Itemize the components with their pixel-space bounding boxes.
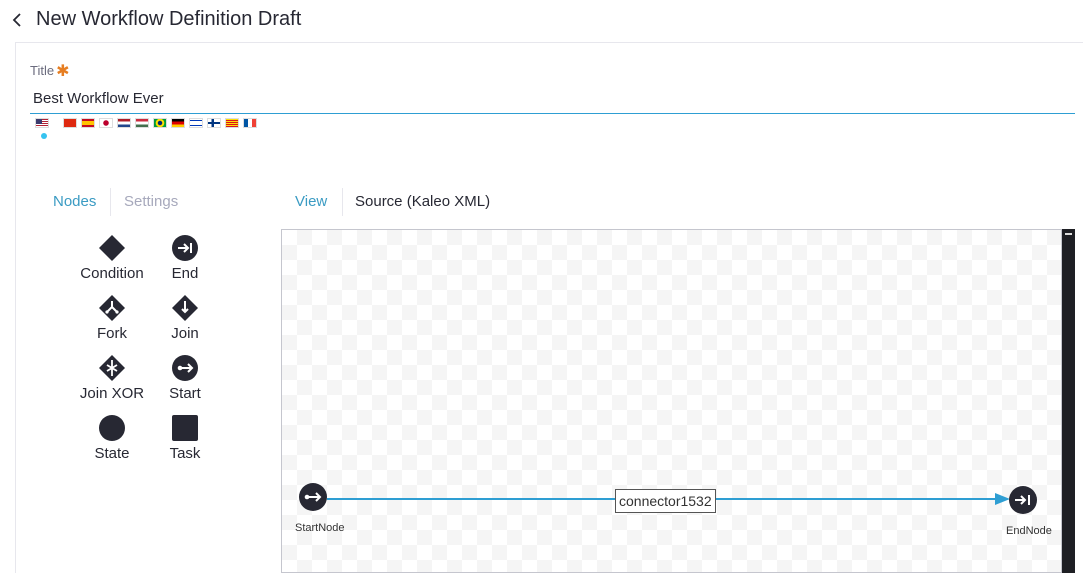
page-header: New Workflow Definition Draft xyxy=(0,0,1083,42)
tab-divider xyxy=(342,188,343,216)
scroll-up-arrow-icon[interactable] xyxy=(1065,233,1072,235)
palette-state[interactable]: State xyxy=(75,415,149,471)
condition-diamond-icon xyxy=(99,235,125,261)
flag-de-de-icon[interactable] xyxy=(171,118,185,128)
fork-icon xyxy=(99,295,125,321)
palette-join-xor[interactable]: Join XOR xyxy=(75,355,149,411)
join-xor-icon xyxy=(99,355,125,381)
tab-settings[interactable]: Settings xyxy=(124,193,178,210)
palette-label-state: State xyxy=(94,445,130,462)
tab-nodes[interactable]: Nodes xyxy=(53,193,96,210)
flag-hu-hu-icon[interactable] xyxy=(135,118,149,128)
flag-iw-il-icon[interactable] xyxy=(189,118,203,128)
title-label: Title ✱ xyxy=(30,60,69,80)
palette-label-task: Task xyxy=(169,445,201,462)
palette-label-join: Join xyxy=(171,325,199,342)
palette-join[interactable]: Join xyxy=(148,295,222,351)
required-asterisk-icon: ✱ xyxy=(56,63,70,80)
selected-language-indicator xyxy=(41,133,47,139)
page-title: New Workflow Definition Draft xyxy=(36,8,302,30)
palette-label-condition: Condition xyxy=(80,265,144,282)
palette-end[interactable]: End xyxy=(148,235,222,291)
palette-fork[interactable]: Fork xyxy=(75,295,149,351)
palette-label-fork: Fork xyxy=(97,325,127,342)
flag-es-es-icon[interactable] xyxy=(81,118,95,128)
flag-ca-es-icon[interactable] xyxy=(225,118,239,128)
tab-divider xyxy=(110,188,111,216)
tab-source-kaleo-xml[interactable]: Source (Kaleo XML) xyxy=(355,193,490,210)
palette-label-end: End xyxy=(171,265,199,282)
connector-label[interactable]: connector1532 xyxy=(615,489,716,513)
flag-fr-fr-icon[interactable] xyxy=(243,118,257,128)
palette-condition[interactable]: Condition xyxy=(75,235,149,291)
flag-ja-jp-icon[interactable] xyxy=(99,118,113,128)
title-label-text: Title xyxy=(30,63,55,78)
title-input[interactable] xyxy=(30,84,1075,114)
palette-task[interactable]: Task xyxy=(148,415,222,471)
flag-nl-nl-icon[interactable] xyxy=(117,118,131,128)
palette-label-join-xor: Join XOR xyxy=(79,385,145,402)
chevron-left-icon[interactable] xyxy=(10,9,26,31)
start-node-label: StartNode xyxy=(295,522,345,534)
flag-zh-cn-icon[interactable] xyxy=(63,118,77,128)
join-icon xyxy=(172,295,198,321)
palette-label-start: Start xyxy=(169,385,201,402)
tab-view[interactable]: View xyxy=(295,193,327,210)
task-square-icon xyxy=(172,415,198,441)
flag-fi-fi-icon[interactable] xyxy=(207,118,221,128)
start-node-icon xyxy=(172,355,198,381)
state-circle-icon xyxy=(99,415,125,441)
end-node-icon xyxy=(172,235,198,261)
canvas-scrollbar[interactable] xyxy=(1062,229,1075,573)
palette-start[interactable]: Start xyxy=(148,355,222,411)
flag-en-us-icon[interactable] xyxy=(35,118,49,128)
end-node-label: EndNode xyxy=(1006,525,1052,537)
diagram-canvas[interactable] xyxy=(281,229,1062,573)
flag-pt-br-icon[interactable] xyxy=(153,118,167,128)
